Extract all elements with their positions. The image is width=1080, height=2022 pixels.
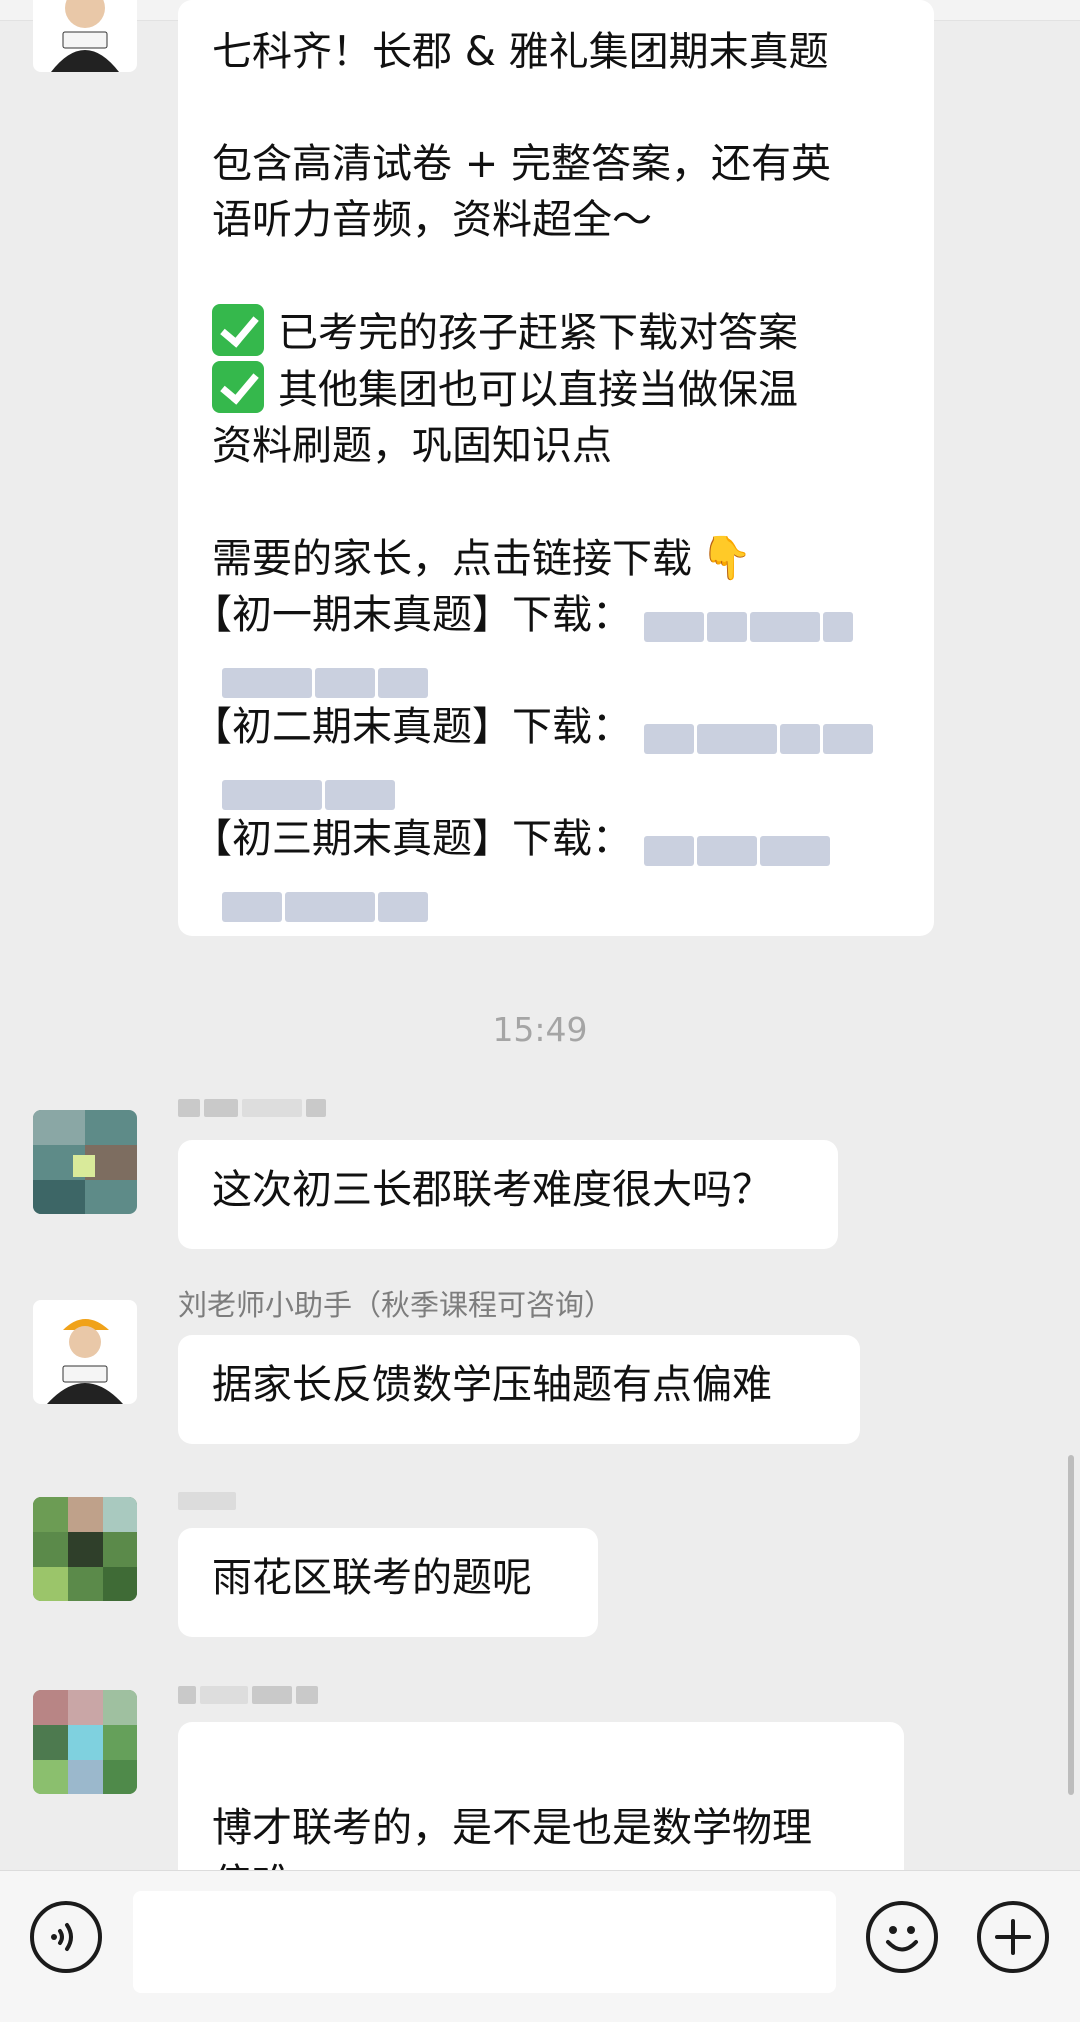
announcement-line: 七科齐！长郡 & 雅礼集团期末真题 — [212, 29, 829, 75]
chat-bubble[interactable]: 雨花区联考的题呢 — [178, 1528, 598, 1637]
check-icon — [212, 304, 264, 356]
chat-text: 据家长反馈数学压轴题有点偏难 — [212, 1362, 772, 1408]
blurred-link[interactable] — [644, 825, 833, 866]
chat-text: 雨花区联考的题呢 — [212, 1555, 532, 1601]
announcement-line: 包含高清试卷 + 完整答案，还有英 — [212, 141, 831, 187]
sender-name-blurred — [178, 1090, 326, 1126]
emoji-icon[interactable] — [866, 1901, 938, 1973]
user-avatar[interactable] — [33, 1110, 137, 1214]
blurred-link-continuation[interactable] — [212, 755, 900, 811]
cta-line: 需要的家长，点击链接下载 👇 — [212, 530, 900, 587]
check-continuation: 资料刷题，巩固知识点 — [212, 423, 612, 469]
blurred-link[interactable] — [644, 713, 876, 754]
blurred-link-continuation[interactable] — [212, 867, 900, 923]
voice-icon[interactable] — [30, 1901, 102, 1973]
sender-name: 刘老师小助手（秋季课程可咨询） — [178, 1288, 614, 1322]
chat-text: 这次初三长郡联考难度很大吗？ — [212, 1167, 772, 1213]
chat-text: 博才联考的，是不是也是数学物理 偏难 — [212, 1805, 812, 1870]
chat-area[interactable]: 七科齐！长郡 & 雅礼集团期末真题 包含高清试卷 + 完整答案，还有英 语听力音… — [0, 0, 1080, 1870]
sender-name-blurred — [178, 1483, 236, 1519]
announcement-bubble[interactable]: 七科齐！长郡 & 雅礼集团期末真题 包含高清试卷 + 完整答案，还有英 语听力音… — [178, 0, 934, 936]
blurred-link[interactable] — [644, 601, 856, 642]
pointing-down-hand-icon: 👇 — [700, 533, 753, 582]
blurred-link-continuation[interactable] — [212, 643, 900, 699]
teacher-avatar[interactable] — [33, 1300, 137, 1404]
download-line[interactable]: 【初一期末真题】下载： — [192, 587, 900, 643]
chat-bubble[interactable]: 博才联考的，是不是也是数学物理 偏难 — [178, 1722, 904, 1870]
chat-bubble[interactable]: 据家长反馈数学压轴题有点偏难 — [178, 1335, 860, 1444]
sender-name-blurred — [178, 1677, 318, 1713]
download-line[interactable]: 【初三期末真题】下载： — [192, 811, 900, 867]
announcement-line: 语听力音频，资料超全～ — [212, 197, 652, 243]
user-avatar[interactable] — [33, 1497, 137, 1601]
check-item: 其他集团也可以直接当做保温 — [212, 361, 900, 418]
teacher-avatar[interactable] — [33, 0, 137, 72]
plus-icon[interactable] — [977, 1901, 1049, 1973]
chat-bubble[interactable]: 这次初三长郡联考难度很大吗？ — [178, 1140, 838, 1249]
user-avatar[interactable] — [33, 1690, 137, 1794]
input-bar — [0, 1870, 1080, 2022]
check-icon — [212, 361, 264, 413]
download-line[interactable]: 【初二期末真题】下载： — [192, 699, 900, 755]
scrollbar[interactable] — [1068, 1455, 1074, 1795]
timestamp: 15:49 — [492, 1010, 588, 1049]
message-input[interactable] — [133, 1891, 836, 1993]
check-item: 已考完的孩子赶紧下载对答案 — [212, 304, 900, 361]
